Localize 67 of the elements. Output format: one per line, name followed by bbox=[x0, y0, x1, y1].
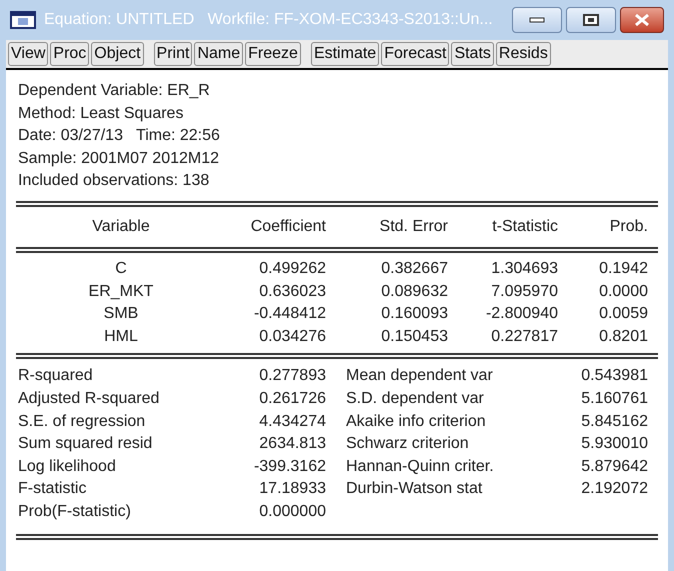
table-cell: 7.095970 bbox=[491, 282, 558, 300]
table-cell: 0.160093 bbox=[381, 305, 448, 322]
toolbar-button[interactable]: Print bbox=[154, 42, 192, 66]
table-cell: 0.089632 bbox=[381, 282, 448, 300]
stat-value: 17.18933 bbox=[259, 480, 326, 498]
table-cell: 0.1942 bbox=[599, 260, 648, 277]
stat-value: 4.434274 bbox=[259, 412, 326, 430]
stat-label: Prob(F-statistic) bbox=[18, 502, 131, 520]
output-line: Date: 03/27/13 Time: 22:56 bbox=[18, 126, 221, 146]
stat-value: 2.192072 bbox=[581, 480, 648, 498]
stat-label: Sum squared resid bbox=[18, 435, 152, 452]
toolbar-button[interactable]: Stats bbox=[451, 42, 494, 66]
column-header: t-Statistic bbox=[492, 218, 558, 235]
window-title: Equation: UNTITLED Workfile: FF-XOM-EC3343-S2013::Un... bbox=[44, 10, 494, 30]
table-cell: -0.448412 bbox=[254, 305, 326, 322]
table-cell: 1.304693 bbox=[491, 260, 558, 277]
stat-value: 5.930010 bbox=[581, 435, 648, 452]
stat-label: Schwarz criterion bbox=[346, 435, 469, 452]
column-header: Variable bbox=[92, 218, 150, 235]
stat-label: Log likelihood bbox=[18, 458, 116, 475]
column-header: Coefficient bbox=[250, 218, 326, 235]
output-line: Dependent Variable: ER_R bbox=[18, 81, 211, 101]
toolbar-button[interactable]: Resids bbox=[496, 42, 551, 66]
table-cell: SMB bbox=[104, 305, 138, 322]
toolbar-button[interactable]: Object bbox=[91, 42, 144, 66]
table-cell: ER_MKT bbox=[88, 282, 154, 300]
table-cell: 0.150453 bbox=[381, 328, 448, 345]
stat-value: 0.543981 bbox=[581, 367, 648, 384]
table-cell: C bbox=[115, 260, 127, 277]
stat-value: 0.277893 bbox=[259, 367, 326, 384]
stat-value: 0.000000 bbox=[259, 502, 326, 520]
table-cell: 0.636023 bbox=[259, 282, 326, 300]
stat-value: -399.3162 bbox=[254, 458, 326, 475]
table-cell: 0.8201 bbox=[599, 328, 648, 345]
stat-label: Mean dependent var bbox=[346, 367, 493, 384]
table-cell: 0.0000 bbox=[599, 282, 648, 300]
stat-label: Akaike info criterion bbox=[346, 412, 486, 430]
stat-label: S.E. of regression bbox=[18, 412, 146, 430]
toolbar-button[interactable]: Freeze bbox=[245, 42, 301, 66]
stat-label: Durbin-Watson stat bbox=[346, 480, 482, 498]
table-cell: 0.227817 bbox=[491, 328, 558, 345]
toolbar-button[interactable]: Proc bbox=[50, 42, 90, 66]
column-header: Prob. bbox=[610, 218, 648, 235]
table-cell: 0.382667 bbox=[381, 260, 448, 277]
toolbar-button[interactable]: Estimate bbox=[310, 42, 380, 66]
stat-value: 5.845162 bbox=[581, 412, 648, 430]
stat-label: Hannan-Quinn criter. bbox=[346, 458, 494, 475]
output-line: Method: Least Squares bbox=[18, 104, 184, 124]
stat-label: Adjusted R-squared bbox=[18, 390, 160, 407]
stat-value: 5.879642 bbox=[581, 458, 648, 475]
column-header: Std. Error bbox=[380, 218, 448, 235]
stat-value: 5.160761 bbox=[581, 390, 648, 407]
table-cell: 0.034276 bbox=[259, 328, 326, 345]
table-cell: HML bbox=[104, 328, 138, 345]
stat-value: 2634.813 bbox=[259, 435, 326, 452]
table-cell: -2.800940 bbox=[486, 305, 558, 322]
toolbar-button[interactable]: Forecast bbox=[381, 42, 450, 66]
stat-label: F-statistic bbox=[18, 480, 86, 498]
output-line: Included observations: 138 bbox=[18, 171, 210, 192]
stat-value: 0.261726 bbox=[259, 390, 326, 407]
stat-label: R-squared bbox=[18, 367, 93, 384]
stat-label: S.D. dependent var bbox=[346, 390, 484, 407]
table-cell: 0.0059 bbox=[599, 305, 648, 322]
output-line: Sample: 2001M07 2012M12 bbox=[18, 148, 220, 169]
toolbar-button[interactable]: Name bbox=[194, 42, 244, 66]
table-cell: 0.499262 bbox=[259, 260, 326, 277]
toolbar-button[interactable]: View bbox=[8, 42, 48, 66]
